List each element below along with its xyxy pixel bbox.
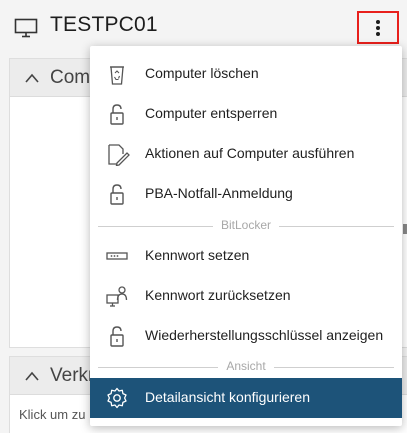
menu-item-label: Computer entsperren xyxy=(145,105,278,121)
menu-item-reset-password[interactable]: Kennwort zurücksetzen xyxy=(90,276,402,316)
side-handle[interactable] xyxy=(403,224,407,234)
chevron-up-icon xyxy=(25,371,39,381)
chevron-up-icon xyxy=(25,73,39,83)
section-separator-view: Ansicht xyxy=(90,359,402,375)
unlock-icon xyxy=(110,104,124,125)
context-menu: Computer löschen Computer entsperren Akt… xyxy=(90,46,402,426)
section-separator-bitlocker: BitLocker xyxy=(90,218,402,234)
gear-icon xyxy=(107,387,127,409)
menu-item-label: Wiederherstellungsschlüssel anzeigen xyxy=(145,327,384,343)
menu-item-label: Detailansicht konfigurieren xyxy=(145,389,310,405)
section-label-bitlocker: BitLocker xyxy=(212,218,280,232)
menu-item-set-password[interactable]: Kennwort setzen xyxy=(90,236,402,276)
section-label-view: Ansicht xyxy=(218,359,274,373)
password-field-icon xyxy=(106,252,128,260)
user-computer-icon xyxy=(106,286,128,307)
menu-item-label: Computer löschen xyxy=(145,65,259,81)
menu-item-pba-emergency-login[interactable]: PBA-Notfall-Anmeldung xyxy=(90,174,402,214)
unlock-icon xyxy=(110,326,124,347)
recycle-bin-icon xyxy=(110,66,124,85)
panel-hint: Klick um zu xyxy=(19,407,86,422)
menu-item-show-recovery-key[interactable]: Wiederherstellungsschlüssel anzeigen xyxy=(90,316,402,356)
kebab-menu-button[interactable] xyxy=(357,11,399,44)
menu-item-unlock-computer[interactable]: Computer entsperren xyxy=(90,94,402,134)
menu-item-label: Aktionen auf Computer ausführen xyxy=(145,145,355,161)
menu-item-label: Kennwort zurücksetzen xyxy=(145,287,291,303)
menu-item-label: Kennwort setzen xyxy=(145,247,250,263)
computer-title: TESTPC01 xyxy=(50,13,158,36)
menu-item-run-actions[interactable]: Aktionen auf Computer ausführen xyxy=(90,134,402,174)
menu-item-delete-computer[interactable]: Computer löschen xyxy=(90,54,402,94)
monitor-icon xyxy=(14,18,38,38)
document-edit-icon xyxy=(108,144,130,166)
unlock-icon xyxy=(110,184,124,205)
menu-item-configure-detail-view[interactable]: Detailansicht konfigurieren xyxy=(90,378,402,418)
menu-item-label: PBA-Notfall-Anmeldung xyxy=(145,185,293,201)
